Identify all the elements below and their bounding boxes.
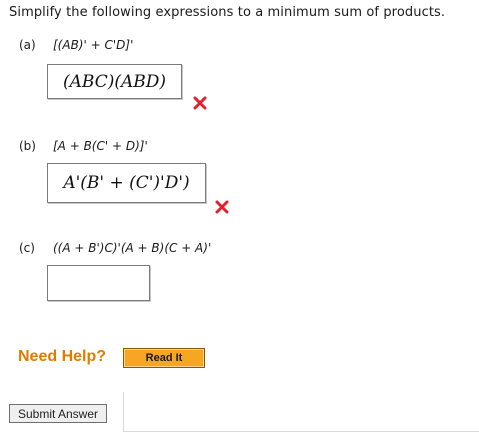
part-c-label: (c) [19, 241, 35, 255]
submit-answer-label: Submit Answer [17, 406, 99, 421]
question-title: Simplify the following expressions to a … [9, 5, 446, 20]
part-a-answer-field[interactable]: (ABC)(ABD) [47, 64, 182, 99]
read-it-button[interactable]: Read It [123, 348, 205, 368]
part-b-label: (b) [19, 139, 36, 153]
part-c-expression: ((A + B')C)'(A + B)(C + A)' [53, 241, 212, 255]
part-c-answer-field[interactable] [47, 265, 150, 301]
incorrect-x-icon [193, 96, 207, 110]
part-a-label: (a) [19, 38, 36, 52]
part-b-expression: [A + B(C' + D)]' [53, 139, 148, 153]
part-a-expression: [(AB)' + C'D]' [53, 38, 134, 52]
footer-divider-vertical [123, 392, 124, 432]
read-it-label: Read It [145, 352, 183, 364]
incorrect-x-icon [215, 200, 229, 214]
footer-divider-horizontal [123, 431, 479, 432]
need-help-label: Need Help? [18, 348, 107, 365]
part-a-answer-text: (ABC)(ABD) [62, 71, 167, 92]
part-b-answer-field[interactable]: A'(B' + (C')'D') [47, 163, 206, 203]
part-b-answer-text: A'(B' + (C')'D') [63, 173, 190, 193]
submit-answer-button[interactable]: Submit Answer [9, 404, 107, 423]
